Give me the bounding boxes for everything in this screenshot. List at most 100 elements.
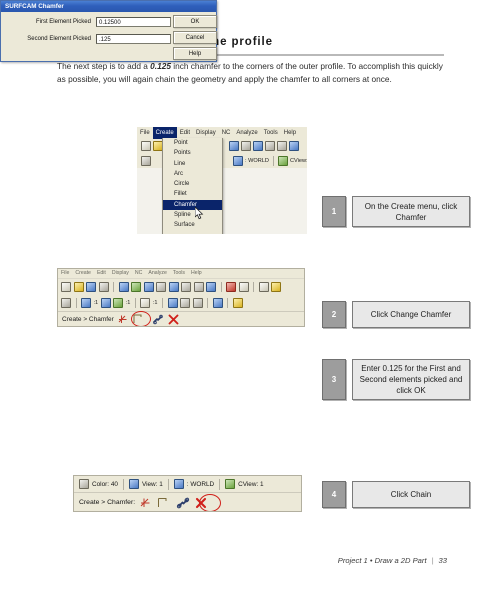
menu-item-analyze[interactable]: Analyze — [233, 127, 260, 139]
settings-icon[interactable] — [232, 297, 243, 308]
toolbar-divider — [227, 297, 229, 308]
world-arrow-icon[interactable] — [173, 479, 184, 489]
menu2-nc[interactable]: NC — [135, 270, 143, 276]
dropdown-item-points[interactable]: Points — [163, 148, 222, 158]
list-icon[interactable] — [258, 281, 269, 292]
save-icon[interactable] — [86, 281, 96, 292]
new-file-icon[interactable] — [141, 141, 151, 151]
callout-1-number: 1 — [322, 196, 346, 227]
screenshot-change-chamfer: File Create Edit Display NC Analyze Tools Help — [57, 268, 305, 327]
dimension-icon[interactable] — [241, 141, 251, 151]
annotation-circle-change-chamfer — [131, 311, 151, 326]
world-arrow-icon[interactable] — [100, 297, 111, 308]
dropdown-item-spline[interactable]: Spline — [163, 210, 222, 220]
dropdown-item-chamfer[interactable]: Chamfer — [163, 199, 222, 211]
dropdown-item-line[interactable]: Line — [163, 159, 222, 169]
scale-icon[interactable] — [277, 141, 287, 151]
view-icon[interactable] — [81, 297, 91, 308]
rotate-icon[interactable] — [253, 141, 263, 151]
color-swatch-icon[interactable] — [61, 297, 71, 308]
page-footer: Project 1 • Draw a 2D Part | 33 — [57, 556, 447, 565]
change-chamfer-icon[interactable] — [118, 314, 129, 325]
status-bar: Color: 40 View: 1 : WORLD CView: 1 — [74, 476, 301, 493]
toolbar-divider — [162, 297, 164, 308]
menu2-edit[interactable]: Edit — [97, 270, 106, 276]
help-button[interactable]: Help — [173, 47, 217, 60]
dimension-icon[interactable] — [156, 281, 166, 292]
dialog-title: SURFCAM Chamfer — [1, 1, 216, 12]
second-element-input[interactable]: .125 — [96, 34, 171, 44]
menu2-file[interactable]: File — [61, 270, 69, 276]
status-divider — [272, 156, 274, 166]
menu-item-help[interactable]: Help — [281, 127, 299, 139]
menu-item-file[interactable]: File — [137, 127, 153, 139]
menu-item-tools[interactable]: Tools — [261, 127, 281, 139]
menu2-create[interactable]: Create — [75, 270, 91, 276]
view-icon[interactable] — [128, 479, 139, 489]
menu2-tools[interactable]: Tools — [173, 270, 185, 276]
menu2-help[interactable]: Help — [191, 270, 202, 276]
dialog-form: First Element Picked 0.12500 Second Elem… — [1, 12, 218, 63]
surfcam-chamfer-dialog: SURFCAM Chamfer First Element Picked 0.1… — [0, 0, 217, 62]
first-element-input[interactable]: 0.12500 — [96, 17, 171, 27]
corner-chamfer-icon[interactable] — [157, 497, 168, 509]
callout-step-4: 4 Click Chain — [322, 481, 470, 508]
new-file-icon[interactable] — [61, 281, 71, 292]
view-arrow-icon[interactable] — [233, 156, 243, 166]
print-icon[interactable] — [98, 281, 109, 292]
ok-button[interactable]: OK — [173, 15, 217, 28]
change-chamfer-icon[interactable] — [140, 497, 152, 509]
callout-3-text: Enter 0.125 for the First and Second ele… — [352, 359, 470, 400]
open-folder-icon[interactable] — [73, 281, 84, 292]
screenshot-create-menu: File Create Edit Display NC Analyze Tools Help — [137, 127, 307, 234]
cancel-x-icon[interactable] — [168, 314, 179, 325]
delete-icon[interactable] — [226, 281, 236, 292]
layer-icon[interactable] — [140, 297, 151, 308]
toolbar-divider — [220, 281, 222, 292]
mirror-icon[interactable] — [181, 281, 191, 292]
menu2-display[interactable]: Display — [112, 270, 129, 276]
highlight-icon[interactable] — [271, 281, 281, 292]
dropdown-item-arc[interactable]: Arc — [163, 169, 222, 179]
document-page: Chamfer the corners of the profile The n… — [0, 0, 500, 600]
move-icon[interactable] — [168, 281, 179, 292]
callout-step-2: 2 Click Change Chamfer — [322, 301, 470, 328]
wireframe-icon[interactable] — [180, 297, 191, 308]
dropdown-item-circle[interactable]: Circle — [163, 179, 222, 189]
box-icon[interactable] — [192, 297, 203, 308]
dropdown-item-fillet[interactable]: Fillet — [163, 189, 222, 199]
callout-1-text: On the Create menu, click Chamfer — [352, 196, 470, 227]
color-swatch-icon[interactable] — [141, 156, 151, 166]
cview-icon[interactable] — [277, 156, 288, 166]
color-swatch-icon[interactable] — [79, 479, 89, 489]
footer-divider: | — [431, 556, 434, 565]
chain-icon[interactable] — [152, 314, 164, 325]
toolbar-status-row: :1 :1 :1 — [61, 296, 243, 309]
offset-icon[interactable] — [206, 281, 216, 292]
status-divider — [122, 478, 124, 490]
mirror-icon[interactable] — [265, 141, 275, 151]
copy-icon[interactable] — [143, 281, 154, 292]
chain-icon[interactable] — [176, 497, 190, 509]
trim-icon[interactable] — [289, 141, 299, 151]
shade-icon[interactable] — [167, 297, 178, 308]
create-menu-dropdown[interactable]: Point Points Line Arc Circle Fillet Cham… — [162, 138, 223, 234]
copy-icon[interactable] — [229, 141, 239, 151]
dropdown-item-surface[interactable]: Surface — [163, 220, 222, 230]
transform-icon[interactable] — [118, 281, 129, 292]
annotation-circle-chain — [199, 494, 221, 511]
screenshot-click-chain: Color: 40 View: 1 : WORLD CView: 1 Creat… — [73, 475, 302, 512]
callout-3-number: 3 — [322, 359, 346, 400]
scale-icon[interactable] — [193, 281, 204, 292]
sphere-icon[interactable] — [212, 297, 223, 308]
cview-icon[interactable] — [113, 297, 124, 308]
chain-prompt-bar: Create > Chamfer: — [74, 493, 301, 511]
app-menubar-2[interactable]: File Create Edit Display NC Analyze Tools Help — [58, 269, 304, 279]
cview-icon[interactable] — [225, 479, 236, 489]
dropdown-item-point[interactable]: Point — [163, 138, 222, 148]
status-view-label: View: 1 — [141, 480, 163, 488]
cancel-button[interactable]: Cancel — [173, 31, 217, 44]
menu2-analyze[interactable]: Analyze — [148, 270, 166, 276]
pick-icon[interactable] — [238, 281, 249, 292]
rotate-icon[interactable] — [131, 281, 141, 292]
